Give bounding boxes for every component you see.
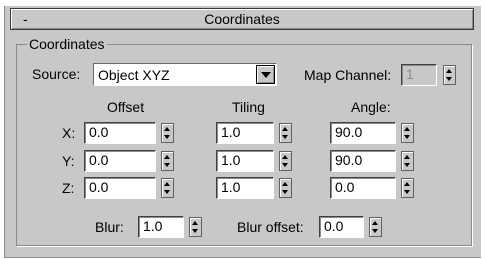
- angle-header: Angle:: [351, 99, 391, 115]
- group-label: Coordinates: [27, 36, 107, 52]
- angle-x-field[interactable]: 90.0: [330, 122, 396, 144]
- row-label-y: Y:: [62, 153, 75, 169]
- row-label-x: X:: [62, 125, 76, 141]
- spin-up-icon: [404, 127, 410, 131]
- spin-up-icon: [164, 155, 170, 159]
- spin-down-icon: [372, 229, 378, 233]
- angle-z-spin-buttons[interactable]: [401, 178, 414, 198]
- spin-up-icon: [282, 127, 288, 131]
- spin-down-icon: [404, 190, 410, 194]
- spin-down-icon: [404, 163, 410, 167]
- spin-up-icon: [164, 127, 170, 131]
- map-channel-spin-buttons[interactable]: [443, 65, 456, 85]
- angle-x-spinner[interactable]: 90.0: [330, 122, 416, 144]
- blur-label: Blur:: [95, 219, 124, 235]
- offset-x-spin-buttons[interactable]: [161, 123, 174, 143]
- spin-up-icon: [404, 182, 410, 186]
- spin-down-icon: [282, 190, 288, 194]
- spin-down-icon: [282, 135, 288, 139]
- spin-down-icon: [164, 190, 170, 194]
- spin-down-icon: [164, 135, 170, 139]
- blur-offset-label: Blur offset:: [237, 219, 304, 235]
- spin-down-icon: [164, 163, 170, 167]
- spin-up-icon: [404, 155, 410, 159]
- spin-up-icon: [446, 69, 452, 73]
- tiling-z-spinner[interactable]: 1.0: [216, 177, 294, 199]
- blur-spin-buttons[interactable]: [189, 217, 202, 237]
- spin-down-icon: [282, 163, 288, 167]
- blur-offset-field[interactable]: 0.0: [319, 216, 364, 238]
- spin-down-icon: [192, 229, 198, 233]
- tiling-x-spin-buttons[interactable]: [279, 123, 292, 143]
- offset-header: Offset: [107, 99, 145, 115]
- spin-up-icon: [164, 182, 170, 186]
- offset-z-spinner[interactable]: 0.0: [84, 177, 176, 199]
- rollout-header-coordinates[interactable]: - Coordinates: [10, 8, 474, 30]
- blur-field[interactable]: 1.0: [138, 216, 184, 238]
- chevron-down-icon: [260, 71, 271, 78]
- rollout-title: Coordinates: [204, 11, 280, 27]
- offset-y-spin-buttons[interactable]: [161, 151, 174, 171]
- tiling-z-field[interactable]: 1.0: [216, 177, 274, 199]
- dropdown-button[interactable]: [256, 65, 275, 84]
- map-channel-field[interactable]: 1: [401, 64, 437, 86]
- tiling-y-field[interactable]: 1.0: [216, 150, 274, 172]
- offset-y-spinner[interactable]: 0.0: [84, 150, 176, 172]
- tiling-x-spinner[interactable]: 1.0: [216, 122, 294, 144]
- spin-down-icon: [404, 135, 410, 139]
- offset-x-spinner[interactable]: 0.0: [84, 122, 176, 144]
- spin-down-icon: [446, 77, 452, 81]
- map-channel-label: Map Channel:: [304, 67, 392, 83]
- source-dropdown[interactable]: Object XYZ: [93, 63, 277, 86]
- offset-z-field[interactable]: 0.0: [84, 177, 156, 199]
- blur-offset-spinner[interactable]: 0.0: [319, 216, 384, 238]
- tiling-z-spin-buttons[interactable]: [279, 178, 292, 198]
- blur-spinner[interactable]: 1.0: [138, 216, 204, 238]
- tiling-y-spin-buttons[interactable]: [279, 151, 292, 171]
- angle-x-spin-buttons[interactable]: [401, 123, 414, 143]
- tiling-y-spinner[interactable]: 1.0: [216, 150, 294, 172]
- tiling-header: Tiling: [232, 99, 265, 115]
- map-channel-spinner[interactable]: 1: [401, 64, 457, 86]
- offset-x-field[interactable]: 0.0: [84, 122, 156, 144]
- source-value: Object XYZ: [98, 67, 170, 83]
- spin-up-icon: [282, 182, 288, 186]
- spin-up-icon: [282, 155, 288, 159]
- offset-y-field[interactable]: 0.0: [84, 150, 156, 172]
- angle-z-spinner[interactable]: 0.0: [330, 177, 416, 199]
- tiling-x-field[interactable]: 1.0: [216, 122, 274, 144]
- angle-z-field[interactable]: 0.0: [330, 177, 396, 199]
- angle-y-spinner[interactable]: 90.0: [330, 150, 416, 172]
- source-label: Source:: [32, 66, 81, 82]
- blur-offset-spin-buttons[interactable]: [369, 217, 382, 237]
- offset-z-spin-buttons[interactable]: [161, 178, 174, 198]
- row-label-z: Z:: [62, 180, 75, 196]
- angle-y-spin-buttons[interactable]: [401, 151, 414, 171]
- spin-up-icon: [192, 221, 198, 225]
- spin-up-icon: [372, 221, 378, 225]
- angle-y-field[interactable]: 90.0: [330, 150, 396, 172]
